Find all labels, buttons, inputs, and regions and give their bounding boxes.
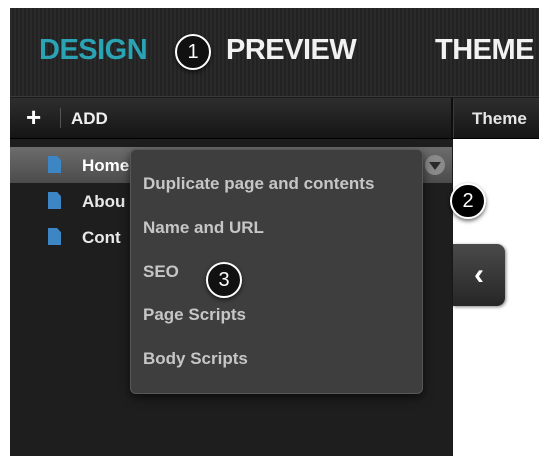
app-window: DESIGN PREVIEW THEME + ADD Theme Home Ab… <box>10 8 539 456</box>
toolbar-separator <box>60 108 61 128</box>
tab-design[interactable]: DESIGN <box>39 34 148 67</box>
menu-item-page-scripts[interactable]: Page Scripts <box>143 305 246 325</box>
page-context-menu: Duplicate page and contents Name and URL… <box>130 149 423 394</box>
tab-theme[interactable]: THEME <box>435 34 535 67</box>
tab-preview[interactable]: PREVIEW <box>226 34 357 67</box>
menu-item-body-scripts[interactable]: Body Scripts <box>143 349 248 369</box>
chevron-down-icon[interactable] <box>425 155 445 175</box>
top-navigation: DESIGN PREVIEW THEME <box>10 8 539 97</box>
page-label: Home <box>82 156 130 175</box>
callout-badge-1: 1 <box>175 34 211 70</box>
toolbar-divider <box>451 98 454 138</box>
add-button[interactable]: ADD <box>71 109 108 129</box>
plus-icon[interactable]: + <box>26 104 41 130</box>
page-icon <box>48 156 61 173</box>
callout-badge-3: 3 <box>206 262 242 298</box>
menu-item-duplicate[interactable]: Duplicate page and contents <box>143 174 374 194</box>
themes-tab[interactable]: Theme <box>472 109 527 129</box>
toolbar: + ADD Theme <box>10 98 539 139</box>
menu-item-seo[interactable]: SEO <box>143 262 179 282</box>
page-icon <box>48 228 61 245</box>
callout-badge-2: 2 <box>450 183 486 219</box>
collapse-panel-button[interactable]: ‹ <box>453 244 505 306</box>
page-label: Cont <box>82 228 121 247</box>
page-label: Abou <box>82 192 126 211</box>
menu-item-name-and-url[interactable]: Name and URL <box>143 218 264 238</box>
chevron-left-icon: ‹ <box>474 258 484 291</box>
page-icon <box>48 192 61 209</box>
